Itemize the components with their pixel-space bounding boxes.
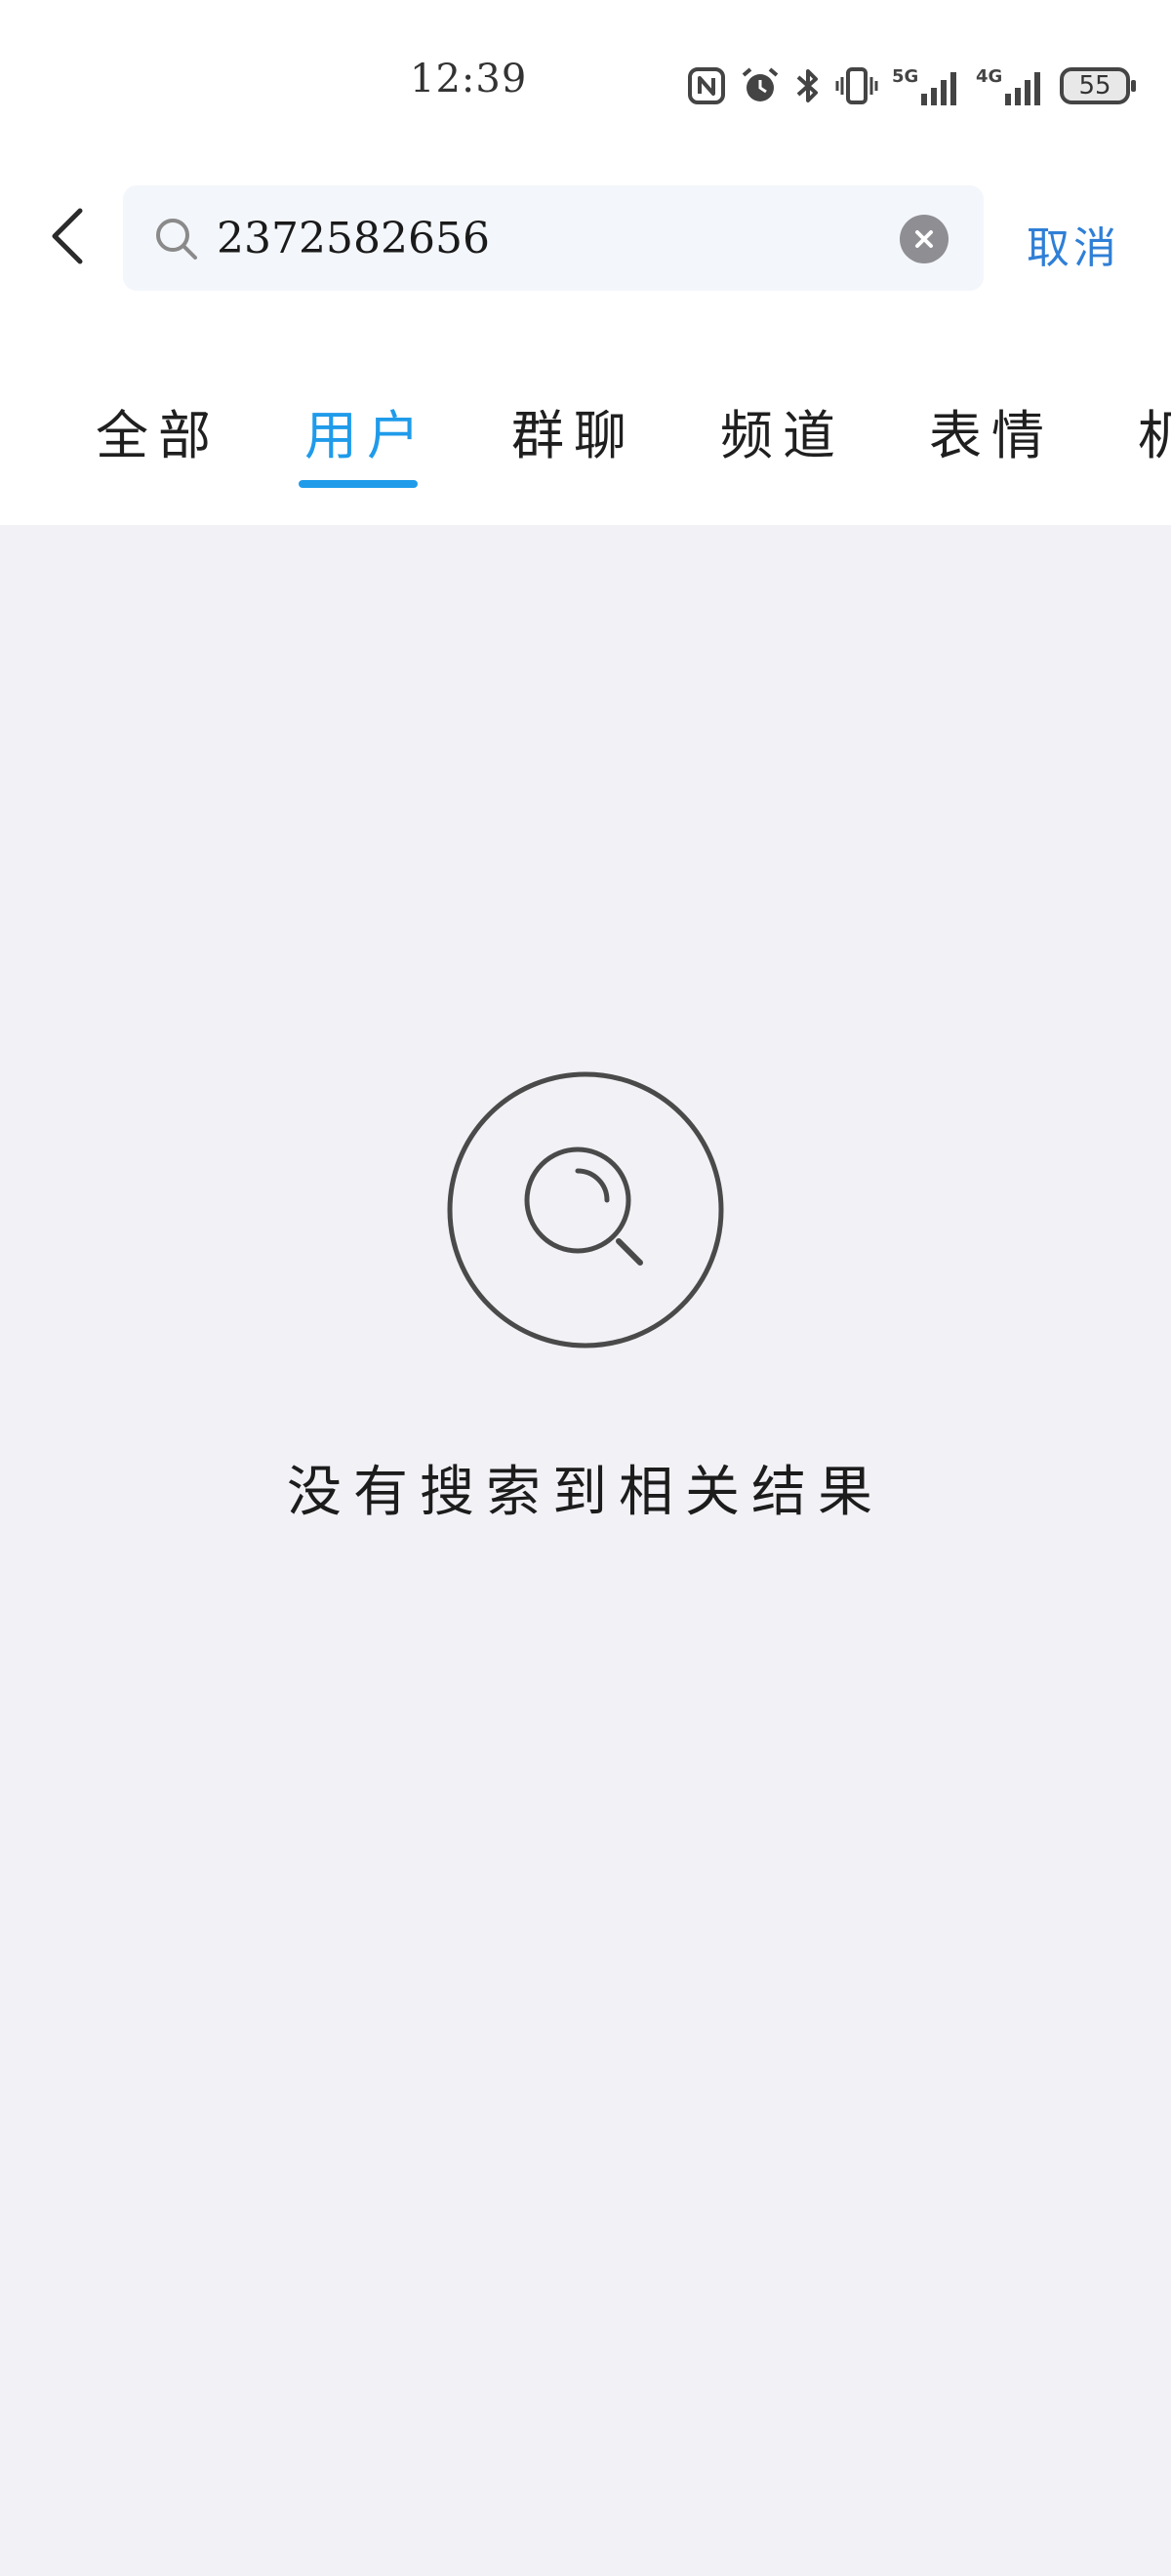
network-5g-label: 5G — [892, 66, 918, 87]
empty-state-message: 没有搜索到相关结果 — [287, 1461, 884, 1524]
bluetooth-icon — [796, 69, 818, 102]
close-icon — [915, 230, 933, 248]
search-header: 取消 — [0, 166, 1171, 332]
nfc-icon — [688, 67, 725, 104]
no-results-search-icon — [445, 1069, 726, 1350]
tab-group-chats[interactable]: 群聊 — [511, 392, 636, 469]
cancel-button[interactable]: 取消 — [1027, 213, 1120, 275]
search-box[interactable] — [123, 185, 984, 291]
vibrate-icon — [835, 67, 878, 104]
battery-indicator: 55 — [1060, 67, 1136, 104]
search-input[interactable] — [217, 199, 880, 277]
screen: 12:39 5G 4G 55 2372582656 取消 全部 用户 群聊 频道… — [0, 0, 1171, 2576]
back-arrow-icon — [52, 208, 83, 264]
category-tabs: 全部 用户 群聊 频道 表情 机 — [0, 332, 1171, 525]
back-button[interactable] — [29, 197, 107, 275]
tab-users[interactable]: 用户 — [304, 392, 429, 469]
search-icon — [152, 215, 201, 263]
signal-5g-icon: 5G — [892, 66, 956, 105]
network-4g-label: 4G — [976, 66, 1002, 87]
status-time: 12:39 — [410, 57, 528, 101]
clear-search-button[interactable] — [900, 215, 949, 263]
signal-4g-icon: 4G — [976, 66, 1040, 105]
active-tab-indicator — [299, 480, 418, 488]
status-bar: 12:39 5G 4G 55 — [0, 0, 1171, 166]
tab-more[interactable]: 机 — [1138, 392, 1171, 469]
tab-stickers[interactable]: 表情 — [929, 392, 1054, 469]
status-icons: 5G 4G 55 — [687, 59, 1136, 113]
tab-all[interactable]: 全部 — [96, 392, 221, 469]
tab-channels[interactable]: 频道 — [720, 392, 845, 469]
alarm-icon — [742, 67, 779, 101]
